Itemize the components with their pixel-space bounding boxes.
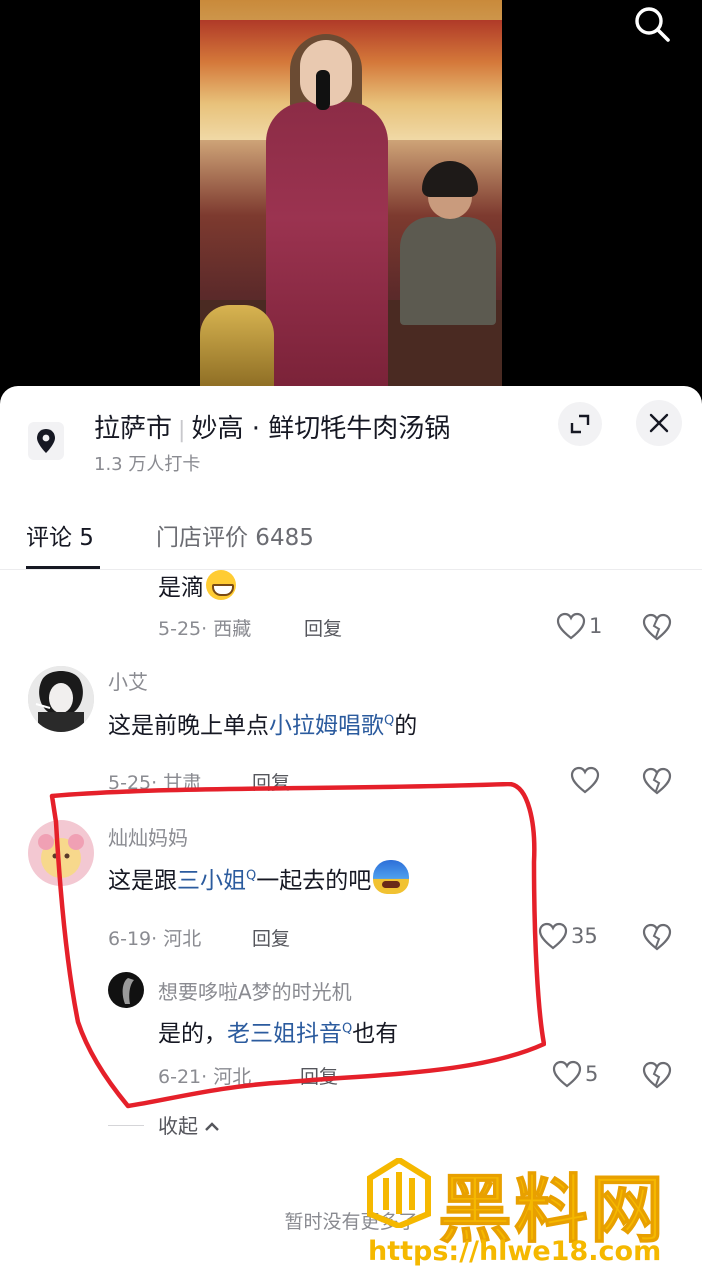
comment-meta: 6-19· 河北 xyxy=(108,928,202,950)
search-small-icon: Q xyxy=(342,1021,353,1037)
like-button[interactable]: 1 xyxy=(556,612,602,640)
avatar-image xyxy=(28,666,94,732)
comment-list[interactable]: 是滴 5-25· 西藏 回复 1 小艾 这是前晚上单点小拉姆唱歌Q的 5-25·… xyxy=(0,570,702,1280)
like-count: 35 xyxy=(571,924,598,948)
video-person-singer xyxy=(258,34,388,392)
topic-link[interactable]: 老三姐抖音 xyxy=(227,1021,342,1047)
location-shop: 妙高 · 鲜切牦牛肉汤锅 xyxy=(191,414,451,444)
comment-meta: 5-25· 西藏 xyxy=(158,618,252,640)
reply-button[interactable]: 回复 xyxy=(252,924,290,951)
comments-sheet: 拉萨市 | 妙高 · 鲜切牦牛肉汤锅 1.3 万人打卡 评论 5 门店评价 6485… xyxy=(0,386,702,1280)
comment-username[interactable]: 灿灿妈妈 xyxy=(108,822,188,851)
topic-link[interactable]: 小拉姆唱歌 xyxy=(269,713,384,739)
avatar-image xyxy=(28,820,94,886)
reply-username[interactable]: 想要哆啦A梦的时光机 xyxy=(158,976,352,1005)
like-count: 1 xyxy=(589,614,603,638)
tab-reviews[interactable]: 门店评价 6485 xyxy=(156,518,314,552)
close-button[interactable] xyxy=(636,400,682,446)
expand-button[interactable] xyxy=(558,402,602,446)
location-city: 拉萨市 xyxy=(94,414,173,444)
chevron-up-icon xyxy=(205,1122,220,1131)
reply-button[interactable]: 回复 xyxy=(252,768,290,795)
video-player[interactable] xyxy=(0,0,702,400)
grin-emoji-icon xyxy=(206,570,236,600)
tab-comments[interactable]: 评论 5 xyxy=(26,518,94,552)
checkin-count: 1.3 万人打卡 xyxy=(94,454,201,475)
location-header[interactable]: 拉萨市 | 妙高 · 鲜切牦牛肉汤锅 1.3 万人打卡 xyxy=(0,386,702,486)
avatar-image xyxy=(108,972,144,1008)
heart-icon xyxy=(570,766,600,794)
heart-icon xyxy=(538,922,568,950)
search-small-icon: Q xyxy=(384,713,395,729)
heart-icon xyxy=(552,1060,582,1088)
collapse-divider xyxy=(108,1125,144,1126)
video-person-seated xyxy=(400,161,496,325)
search-small-icon: Q xyxy=(246,868,257,884)
heart-icon xyxy=(556,612,586,640)
broken-heart-icon[interactable] xyxy=(642,612,672,642)
reply-meta: 6-21· 河北 xyxy=(158,1066,252,1088)
like-count: 5 xyxy=(585,1062,599,1086)
video-hotpot xyxy=(200,305,274,392)
expand-icon xyxy=(570,414,590,434)
reply-button[interactable]: 回复 xyxy=(304,614,342,641)
like-button[interactable] xyxy=(570,766,603,794)
active-tab-indicator xyxy=(26,566,100,569)
comment-username[interactable]: 小艾 xyxy=(108,666,148,695)
avatar[interactable] xyxy=(108,972,144,1008)
close-icon xyxy=(649,413,669,433)
comment-text: 这是跟三小姐Q一起去的吧 xyxy=(108,860,410,895)
avatar[interactable] xyxy=(28,666,94,732)
collapse-replies-button[interactable]: 收起 xyxy=(158,1110,220,1139)
search-icon[interactable] xyxy=(632,4,672,44)
like-button[interactable]: 35 xyxy=(538,922,598,950)
like-button[interactable]: 5 xyxy=(552,1060,598,1088)
broken-heart-icon[interactable] xyxy=(642,766,672,796)
topic-link[interactable]: 三小姐 xyxy=(177,868,246,894)
location-pin-icon xyxy=(28,422,64,460)
video-frame[interactable] xyxy=(200,0,502,392)
avatar[interactable] xyxy=(28,820,94,886)
reply-text: 是的，老三姐抖音Q也有 xyxy=(158,1021,399,1047)
comment-text: 这是前晚上单点小拉姆唱歌Q的 xyxy=(108,713,418,739)
cold-face-emoji-icon xyxy=(373,860,410,894)
reply-button[interactable]: 回复 xyxy=(300,1062,338,1089)
broken-heart-icon[interactable] xyxy=(642,922,672,952)
tab-bar: 评论 5 门店评价 6485 xyxy=(0,504,702,570)
location-title[interactable]: 拉萨市 | 妙高 · 鲜切牦牛肉汤锅 xyxy=(94,408,450,445)
no-more-text: 暂时没有更多了 xyxy=(284,1211,418,1233)
comment-meta: 5-25· 甘肃 xyxy=(108,772,202,794)
comment-text: 是滴 xyxy=(158,570,236,602)
broken-heart-icon[interactable] xyxy=(642,1060,672,1090)
